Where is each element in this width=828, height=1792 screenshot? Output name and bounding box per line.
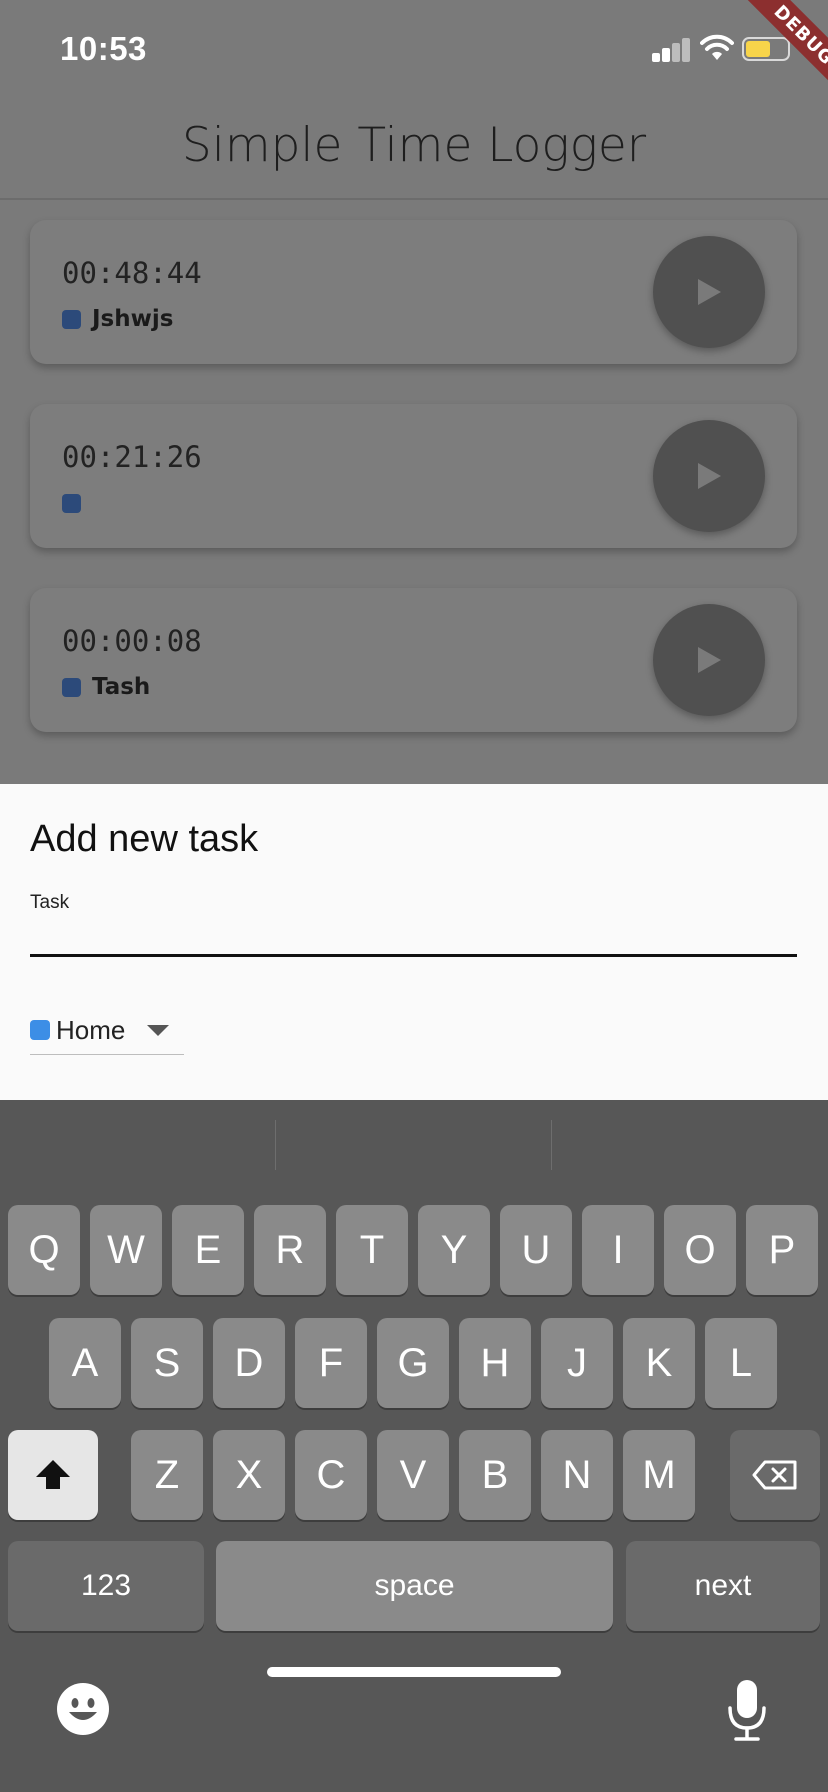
key-u[interactable]: U [500,1205,572,1295]
page-title: Simple Time Logger [181,118,647,173]
category-dropdown-value: Home [56,1014,126,1045]
chevron-down-icon [147,1024,170,1036]
key-k[interactable]: K [623,1318,695,1408]
play-button[interactable] [653,236,765,348]
cellular-signal-icon [652,36,692,62]
backspace-key[interactable] [730,1430,820,1520]
microphone-icon [728,1680,766,1741]
status-bar: 10:53 [0,0,828,100]
key-c[interactable]: C [295,1430,367,1520]
shift-icon [36,1460,70,1489]
play-icon [698,279,721,305]
category-color-swatch [62,677,81,697]
key-s[interactable]: S [131,1318,203,1408]
task-card[interactable]: 00:00:08 Tash [30,588,797,732]
category-color-swatch [62,309,81,329]
numbers-key[interactable]: 123 [8,1541,204,1631]
task-field-label: Task [30,892,70,913]
microphone-button[interactable] [726,1678,768,1742]
key-d[interactable]: D [213,1318,285,1408]
key-b[interactable]: B [459,1430,531,1520]
key-e[interactable]: E [172,1205,244,1295]
keyboard-suggestion-bar[interactable] [0,1100,828,1190]
emoji-icon [57,1683,109,1735]
next-key[interactable]: next [626,1541,820,1631]
task-card[interactable]: 00:48:44 Jshwjs [30,220,797,364]
wifi-icon [700,34,734,60]
key-f[interactable]: F [295,1318,367,1408]
task-name: Jshwjs [92,306,174,332]
key-q[interactable]: Q [8,1205,80,1295]
status-time: 10:53 [60,30,147,67]
category-color-swatch [62,493,81,513]
key-m[interactable]: M [623,1430,695,1520]
key-r[interactable]: R [254,1205,326,1295]
home-indicator[interactable] [267,1667,561,1677]
key-a[interactable]: A [49,1318,121,1408]
task-name: Tash [92,674,151,700]
task-tag: Jshwjs [62,306,173,332]
battery-icon [742,37,790,61]
suggestion-divider [551,1120,552,1170]
backspace-icon [752,1460,797,1490]
task-input[interactable] [30,924,797,957]
category-color-swatch [30,1020,50,1040]
task-elapsed-time: 00:21:26 [62,440,202,474]
task-card[interactable]: 00:21:26 [30,404,797,548]
play-button[interactable] [653,420,765,532]
task-elapsed-time: 00:48:44 [62,256,202,290]
task-tag [62,490,92,516]
suggestion-divider [275,1120,276,1170]
key-l[interactable]: L [705,1318,777,1408]
play-icon [698,463,721,489]
key-x[interactable]: X [213,1430,285,1520]
shift-key[interactable] [8,1430,98,1520]
key-z[interactable]: Z [131,1430,203,1520]
key-v[interactable]: V [377,1430,449,1520]
add-task-sheet: Add new task Task Home [0,784,828,1100]
space-key[interactable]: space [216,1541,613,1631]
sheet-title: Add new task [30,818,259,860]
play-button[interactable] [653,604,765,716]
app-bar: Simple Time Logger [0,100,828,200]
key-p[interactable]: P [746,1205,818,1295]
task-elapsed-time: 00:00:08 [62,624,202,658]
key-i[interactable]: I [582,1205,654,1295]
key-o[interactable]: O [664,1205,736,1295]
key-g[interactable]: G [377,1318,449,1408]
task-tag: Tash [62,674,150,700]
keyboard: Q W E R T Y U I O P A S D F G H J K L Z … [0,1100,828,1792]
category-dropdown[interactable]: Home [30,1006,184,1055]
battery-level [746,41,770,57]
key-y[interactable]: Y [418,1205,490,1295]
key-h[interactable]: H [459,1318,531,1408]
emoji-button[interactable] [56,1682,110,1736]
play-icon [698,647,721,673]
key-w[interactable]: W [90,1205,162,1295]
key-j[interactable]: J [541,1318,613,1408]
key-n[interactable]: N [541,1430,613,1520]
key-t[interactable]: T [336,1205,408,1295]
